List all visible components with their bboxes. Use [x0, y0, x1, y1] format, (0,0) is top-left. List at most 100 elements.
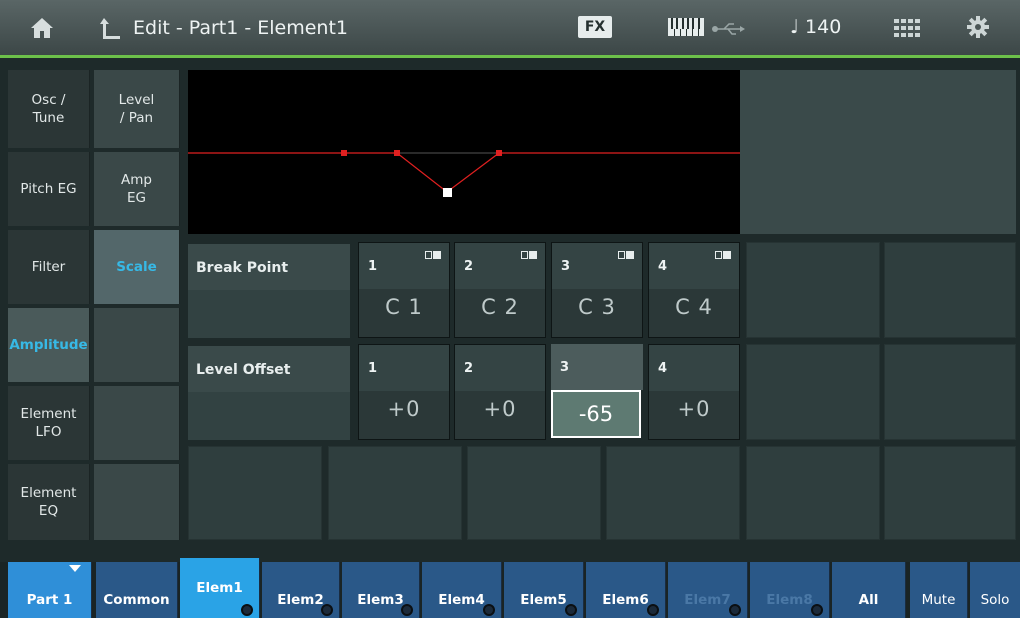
nav-label: Amp EG [121, 172, 152, 206]
part-selector[interactable]: Part 1 [8, 562, 92, 618]
tab-elem4[interactable]: Elem4 [422, 562, 502, 618]
tempo-display[interactable]: ♩ 140 [790, 16, 841, 38]
tab-all[interactable]: All [832, 562, 906, 618]
title-bar: Edit - Part1 - Element1 FX ♩ 140 [0, 0, 1020, 58]
element-switch-icon[interactable] [729, 604, 741, 616]
toggle-icon [425, 251, 441, 259]
tab-elem3[interactable]: Elem3 [342, 562, 420, 618]
break-point-marker-2 [394, 150, 400, 156]
usb-icon [712, 23, 745, 35]
home-icon[interactable] [30, 17, 54, 39]
nav-osc-tune[interactable]: Osc / Tune [8, 70, 90, 148]
tab-label: Mute [921, 592, 956, 608]
element-switch-icon[interactable] [647, 604, 659, 616]
gear-icon[interactable] [966, 15, 990, 39]
tab-elem8[interactable]: Elem8 [750, 562, 830, 618]
grid-icon[interactable] [894, 19, 920, 37]
cell-value: C 2 [481, 295, 519, 319]
nav-scale[interactable]: Scale [94, 230, 180, 304]
cell-number: 3 [561, 259, 571, 274]
cell-number: 1 [368, 259, 378, 274]
tab-label: Common [103, 592, 170, 608]
level-offset-strip [188, 392, 350, 440]
break-point-4[interactable]: 4 C 4 [648, 242, 740, 338]
cell-number: 1 [368, 361, 378, 376]
element-switch-icon[interactable] [321, 604, 333, 616]
break-point-marker-1 [341, 150, 347, 156]
cell-number: 4 [658, 361, 668, 376]
cell-number: 3 [560, 360, 570, 375]
element-switch-icon[interactable] [401, 604, 413, 616]
tab-label: Elem1 [196, 580, 243, 596]
nav-element-eq[interactable]: Element EQ [8, 464, 90, 540]
selected-value-box[interactable]: -65 [551, 390, 641, 438]
fx-indicator[interactable]: FX [578, 16, 612, 38]
note-icon: ♩ [790, 16, 799, 38]
nav-filter[interactable]: Filter [8, 230, 90, 304]
nav-pitch-eg[interactable]: Pitch EG [8, 152, 90, 226]
empty-panel [606, 446, 740, 540]
nav-label: Pitch EG [20, 181, 77, 197]
tab-elem2[interactable]: Elem2 [262, 562, 340, 618]
tab-elem7[interactable]: Elem7 [668, 562, 748, 618]
keyboard-icon [668, 18, 704, 36]
element-switch-icon[interactable] [483, 604, 495, 616]
level-offset-1[interactable]: 1 +0 [358, 344, 450, 440]
empty-panel [884, 242, 1016, 338]
tab-label: Elem2 [277, 592, 324, 608]
nav-label: Filter [31, 259, 66, 275]
tab-elem1[interactable]: Elem1 [180, 558, 260, 618]
empty-panel [884, 344, 1016, 440]
break-point-1[interactable]: 1 C 1 [358, 242, 450, 338]
level-offset-3[interactable]: 3 -65 [551, 344, 643, 440]
mute-button[interactable]: Mute [910, 562, 968, 618]
element-switch-icon[interactable] [811, 604, 823, 616]
scale-graph [188, 70, 740, 234]
level-offset-2[interactable]: 2 +0 [454, 344, 546, 440]
solo-button[interactable]: Solo [970, 562, 1020, 618]
nav-level-pan[interactable]: Level / Pan [94, 70, 180, 148]
nav-amp-eg[interactable]: Amp EG [94, 152, 180, 226]
break-point-label: Break Point [188, 244, 350, 290]
empty-panel [884, 446, 1016, 540]
nav-label: Amplitude [9, 337, 88, 353]
cell-value: C 3 [578, 295, 616, 319]
level-offset-4[interactable]: 4 +0 [648, 344, 740, 440]
tab-label: All [858, 592, 879, 608]
empty-panel [746, 446, 880, 540]
nav-amplitude[interactable]: Amplitude [8, 308, 90, 382]
nav-label: Level / Pan [118, 92, 155, 126]
element-switch-icon[interactable] [565, 604, 577, 616]
part-label: Part 1 [26, 592, 73, 608]
bottom-tab-bar: Part 1 Common Elem1 Elem2 Elem3 Elem4 El… [0, 558, 1020, 618]
cell-value: C 1 [385, 295, 423, 319]
back-icon[interactable] [100, 16, 122, 40]
toggle-icon [715, 251, 731, 259]
break-point-marker-3 [443, 188, 452, 197]
nav-label: Element EQ [20, 485, 77, 519]
tab-label: Solo [980, 592, 1010, 608]
empty-panel [188, 446, 322, 540]
graph-side-panel [740, 70, 1016, 234]
scale-curve [188, 152, 740, 193]
tab-label: Elem5 [520, 592, 567, 608]
tab-common[interactable]: Common [96, 562, 178, 618]
cell-value: C 4 [675, 295, 713, 319]
nav-label: Osc / Tune [31, 92, 66, 126]
nav-element-lfo[interactable]: Element LFO [8, 386, 90, 460]
tab-label: Elem7 [684, 592, 731, 608]
empty-panel [467, 446, 601, 540]
nav-empty-2 [94, 386, 180, 460]
tab-elem5[interactable]: Elem5 [504, 562, 584, 618]
element-switch-icon[interactable] [241, 604, 253, 616]
dropdown-arrow-icon [69, 565, 81, 572]
tab-elem6[interactable]: Elem6 [586, 562, 666, 618]
toggle-icon [618, 251, 634, 259]
empty-panel [746, 344, 880, 440]
cell-value: +0 [387, 397, 421, 421]
break-point-3[interactable]: 3 C 3 [551, 242, 643, 338]
break-point-2[interactable]: 2 C 2 [454, 242, 546, 338]
tab-label: Elem3 [357, 592, 404, 608]
nav-empty-1 [94, 308, 180, 382]
toggle-icon [521, 251, 537, 259]
